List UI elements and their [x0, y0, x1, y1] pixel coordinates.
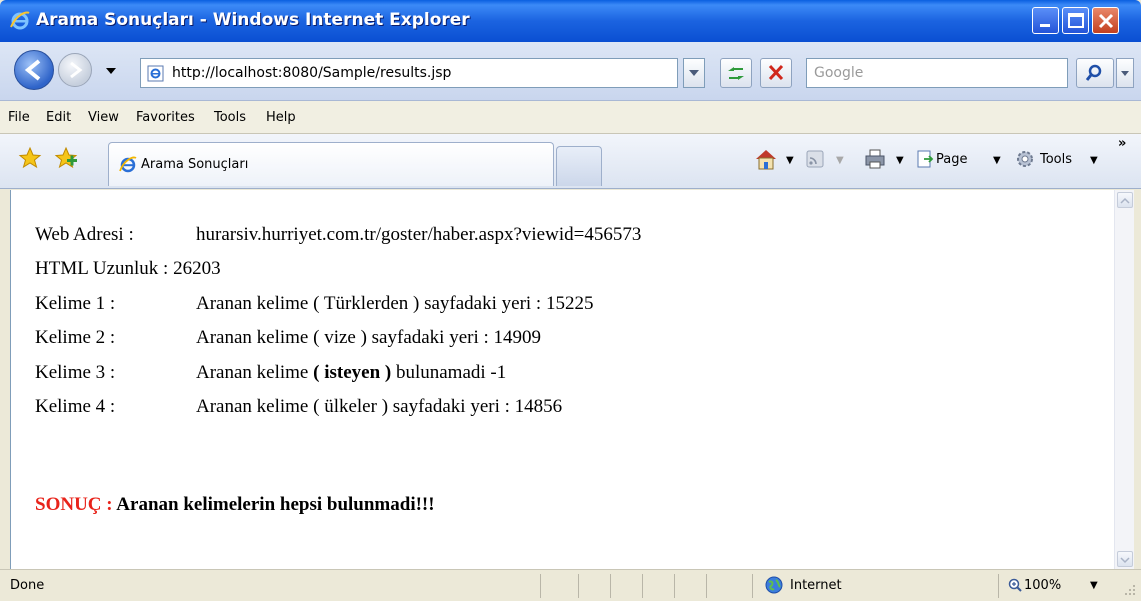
search-button[interactable] — [1076, 58, 1114, 88]
result-text: Aranan kelimelerin hepsi bulunmadi!!! — [112, 494, 435, 515]
zoom-level[interactable]: 100% — [1024, 578, 1061, 593]
chevron-up-icon — [1120, 197, 1130, 204]
row-value-word-3: Aranan kelime ( isteyen ) bulunamadi -1 — [196, 362, 506, 384]
forward-button[interactable] — [58, 53, 92, 87]
forward-icon — [70, 61, 83, 79]
row-label-word-1: Kelime 1 : — [35, 293, 116, 314]
home-icon[interactable] — [754, 148, 778, 170]
html-length-label: HTML Uzunluk : — [35, 258, 169, 279]
status-divider — [752, 574, 753, 598]
menu-favorites[interactable]: Favorites — [136, 110, 195, 125]
window-frame-right — [1134, 190, 1141, 601]
page-dropdown-icon[interactable]: ▼ — [993, 155, 1001, 166]
chevron-down-icon — [689, 70, 699, 76]
security-zone[interactable]: Internet — [790, 578, 842, 593]
chevron-down-icon — [1121, 71, 1129, 76]
maximize-icon — [1068, 13, 1084, 28]
vertical-scrollbar[interactable] — [1114, 190, 1135, 569]
row-label-web-address: Web Adresi : — [35, 224, 134, 245]
search-icon — [1085, 64, 1102, 81]
row-label-word-2: Kelime 2 : — [35, 327, 116, 348]
window-title: Arama Sonuçları - Windows Internet Explo… — [36, 10, 470, 30]
back-button[interactable] — [14, 50, 54, 90]
print-icon[interactable] — [864, 148, 886, 170]
back-icon — [24, 59, 41, 81]
add-favorite-icon[interactable] — [54, 146, 78, 170]
favorites-star-icon[interactable] — [18, 146, 42, 170]
menu-view[interactable]: View — [88, 110, 119, 125]
status-divider — [578, 574, 579, 598]
refresh-icon — [728, 67, 744, 80]
close-button[interactable] — [1092, 7, 1119, 34]
scroll-down-button[interactable] — [1117, 551, 1133, 567]
page-icon — [147, 65, 164, 82]
stop-button[interactable] — [760, 58, 792, 88]
status-bar: Done Internet 100% ▼ — [0, 569, 1141, 601]
status-divider — [998, 574, 999, 598]
tab-active[interactable]: Arama Sonuçları — [108, 142, 554, 186]
zoom-dropdown-icon[interactable]: ▼ — [1090, 580, 1098, 591]
chevron-down-icon — [1120, 557, 1130, 564]
menu-tools[interactable]: Tools — [214, 110, 246, 125]
result-label: SONUÇ : — [35, 494, 113, 515]
print-dropdown-icon[interactable]: ▼ — [896, 155, 904, 166]
new-tab-button[interactable] — [556, 146, 602, 186]
word-3-suffix: bulunamadi -1 — [391, 362, 507, 383]
address-dropdown[interactable] — [683, 58, 705, 88]
feeds-icon[interactable] — [806, 150, 824, 168]
maximize-button[interactable] — [1062, 7, 1089, 34]
page-menu-label[interactable]: Page — [936, 152, 967, 167]
globe-icon — [765, 576, 783, 594]
address-bar[interactable]: http://localhost:8080/Sample/results.jsp — [140, 58, 678, 88]
zoom-icon[interactable] — [1008, 578, 1022, 592]
feeds-dropdown-icon: ▼ — [836, 155, 844, 166]
row-value-word-2: Aranan kelime ( vize ) sayfadaki yeri : … — [196, 327, 542, 348]
tab-title: Arama Sonuçları — [141, 157, 249, 172]
row-value-word-4: Aranan kelime ( ülkeler ) sayfadaki yeri… — [196, 396, 563, 417]
search-options-dropdown[interactable] — [1116, 58, 1134, 88]
ie-logo-icon — [10, 11, 30, 30]
browser-window: Arama Sonuçları - Windows Internet Explo… — [0, 0, 1141, 601]
status-divider — [642, 574, 643, 598]
ie-logo-icon — [119, 156, 137, 173]
refresh-button[interactable] — [720, 58, 752, 88]
home-dropdown-icon[interactable]: ▼ — [786, 155, 794, 166]
status-divider — [706, 574, 707, 598]
row-value-web-address: hurarsiv.hurriyet.com.tr/goster/haber.as… — [196, 224, 642, 245]
resize-grip-icon[interactable] — [1124, 584, 1136, 596]
tools-menu-label[interactable]: Tools — [1040, 152, 1072, 167]
row-value-word-1: Aranan kelime ( Türklerden ) sayfadaki y… — [196, 293, 594, 314]
status-text: Done — [10, 578, 45, 593]
minimize-button[interactable] — [1032, 7, 1059, 34]
search-placeholder: Google — [814, 65, 864, 81]
tools-dropdown-icon[interactable]: ▼ — [1090, 155, 1098, 166]
status-divider — [674, 574, 675, 598]
row-label-word-3: Kelime 3 : — [35, 362, 116, 383]
result-line: SONUÇ : Aranan kelimelerin hepsi bulunma… — [35, 494, 435, 516]
word-3-keyword: ( isteyen ) — [313, 362, 392, 383]
menu-bar: File Edit View Favorites Tools Help — [0, 101, 1141, 134]
html-length-value: 26203 — [173, 258, 221, 279]
row-label-word-4: Kelime 4 : — [35, 396, 116, 417]
close-icon — [1098, 13, 1114, 29]
scroll-up-button[interactable] — [1117, 192, 1133, 208]
page-menu-icon[interactable] — [916, 150, 934, 168]
status-divider — [540, 574, 541, 598]
title-bar: Arama Sonuçları - Windows Internet Explo… — [0, 0, 1141, 42]
menu-file[interactable]: File — [8, 110, 30, 125]
minimize-icon — [1040, 24, 1050, 27]
gear-icon[interactable] — [1015, 149, 1035, 169]
menu-edit[interactable]: Edit — [46, 110, 71, 125]
page-content: Web Adresi : hurarsiv.hurriyet.com.tr/go… — [10, 190, 1115, 569]
row-label-html-length: HTML Uzunluk : 26203 — [35, 258, 221, 280]
word-3-prefix: Aranan kelime — [196, 362, 314, 383]
stop-icon — [768, 64, 784, 81]
history-dropdown-icon[interactable] — [101, 60, 121, 80]
toolbar-overflow-icon[interactable]: » — [1118, 136, 1126, 151]
address-url: http://localhost:8080/Sample/results.jsp — [172, 65, 452, 81]
menu-help[interactable]: Help — [266, 110, 296, 125]
search-input[interactable]: Google — [806, 58, 1068, 88]
status-divider — [610, 574, 611, 598]
